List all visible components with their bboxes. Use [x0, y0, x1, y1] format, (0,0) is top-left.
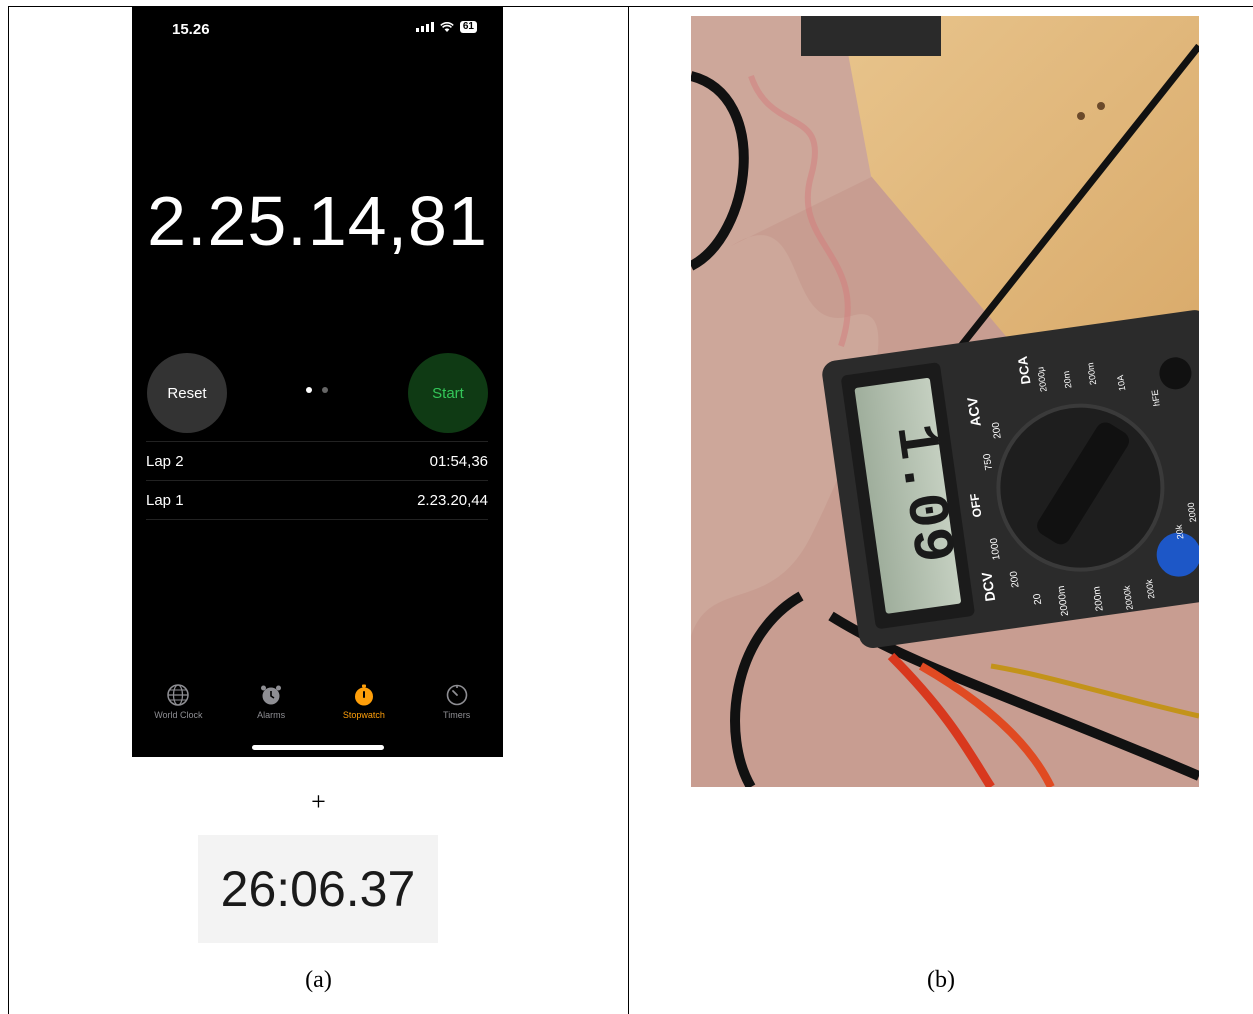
multimeter-illustration: 1.09 ACV DCA DCV OFF 750 200 1000 200 20… [691, 16, 1199, 787]
label-20: 20 [1032, 592, 1045, 605]
tab-world-clock[interactable]: World Clock [132, 683, 225, 720]
globe-icon [167, 684, 190, 706]
alarm-clock-icon [261, 685, 282, 705]
wifi-icon [440, 21, 454, 32]
panel-b: 1.09 ACV DCA DCV OFF 750 200 1000 200 20… [629, 7, 1253, 1014]
tab-label: Stopwatch [342, 710, 385, 720]
label-20k: 20k [1174, 524, 1186, 540]
caption-a: (a) [305, 967, 332, 993]
lap-label: Lap 2 [146, 452, 184, 470]
home-indicator [252, 745, 384, 750]
lap-label: Lap 1 [146, 491, 184, 509]
signal-icon [415, 22, 434, 32]
status-icons: 61 [415, 21, 477, 33]
lap-row: Lap 2 01:54,36 [146, 442, 488, 481]
battery-icon: 61 [459, 21, 477, 33]
page-dot-active [306, 387, 312, 393]
timer-icon [446, 684, 467, 706]
tab-alarms[interactable]: Alarms [225, 683, 318, 720]
tab-label: Timers [443, 710, 471, 720]
lap-list: Lap 2 01:54,36 Lap 1 2.23.20,44 [146, 441, 488, 520]
page-dot [322, 387, 328, 393]
caption-b: (b) [927, 967, 955, 993]
tab-label: Alarms [257, 710, 286, 720]
status-time: 15.26 [172, 21, 210, 38]
reset-button[interactable]: Reset [147, 353, 227, 433]
lap-time: 01:54,36 [429, 452, 488, 470]
multimeter-photo: 1.09 ACV DCA DCV OFF 750 200 1000 200 20… [691, 16, 1199, 787]
stopwatch-icon [354, 684, 373, 706]
tab-stopwatch[interactable]: Stopwatch [318, 683, 411, 720]
panel-a: 15.26 61 2.25.14,81 Reset Start Lap 2 01… [9, 7, 628, 1014]
plus-sign: + [311, 787, 326, 816]
lap-time: 2.23.20,44 [417, 491, 488, 509]
tab-bar: World Clock Alarms Stopwatch Timers [132, 683, 503, 720]
page-dots[interactable] [306, 387, 328, 393]
tab-label: World Clock [154, 710, 203, 720]
digital-stopwatch-readout: 26:06.37 [198, 835, 438, 943]
start-button[interactable]: Start [408, 353, 488, 433]
stopwatch-display: 2.25.14,81 [147, 182, 488, 260]
phone-screenshot: 15.26 61 2.25.14,81 Reset Start Lap 2 01… [132, 7, 503, 757]
tab-timers[interactable]: Timers [410, 683, 503, 720]
lap-row: Lap 1 2.23.20,44 [146, 481, 488, 520]
